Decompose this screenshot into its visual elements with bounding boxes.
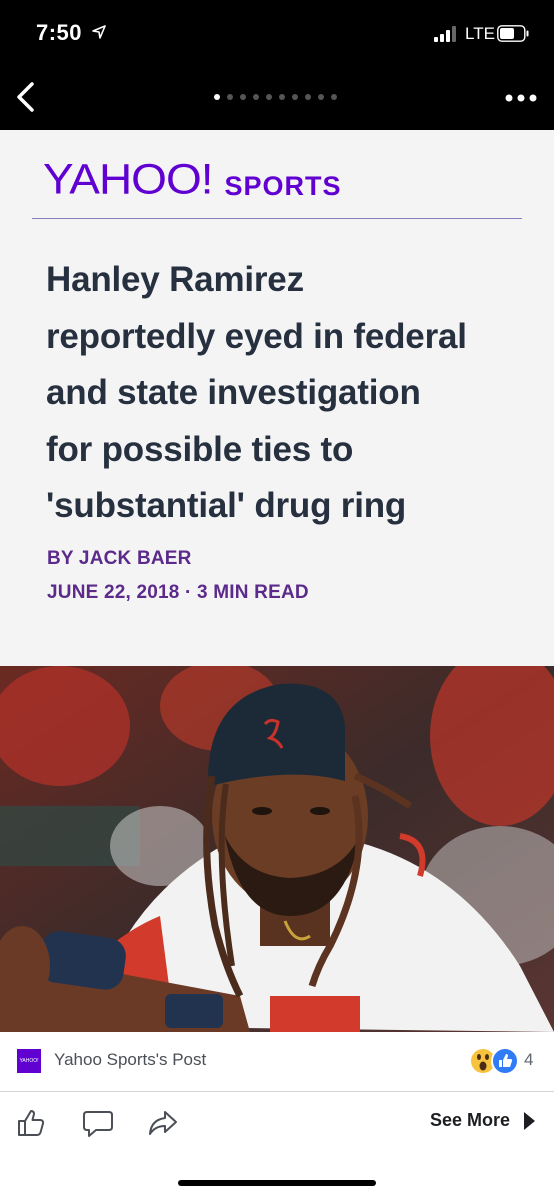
logo-main-text: YAHOO! xyxy=(43,155,214,203)
page-dot xyxy=(305,94,311,100)
page-dot xyxy=(266,94,272,100)
page-dot xyxy=(253,94,259,100)
article-headline: Hanley Ramirez reportedly eyed in federa… xyxy=(46,252,526,535)
article-byline: BY JACK BAER xyxy=(47,548,192,569)
location-arrow-icon xyxy=(92,25,106,39)
page-dot xyxy=(292,94,298,100)
play-arrow-icon xyxy=(524,1111,536,1130)
reactions-summary[interactable] xyxy=(468,1046,520,1076)
network-label: LTE xyxy=(465,24,495,43)
post-header[interactable]: YAHOO! SPORTS Yahoo Sports's Post 4 xyxy=(0,1032,554,1092)
battery-icon xyxy=(497,25,529,42)
headline-line: Hanley Ramirez xyxy=(46,260,304,299)
home-indicator[interactable] xyxy=(178,1180,376,1186)
page-dot xyxy=(214,94,220,100)
see-more-button[interactable]: See More xyxy=(430,1110,536,1131)
player-photo-image xyxy=(0,666,554,1032)
signal-icon xyxy=(434,26,456,42)
status-bar: 7:50 LTE xyxy=(0,0,554,66)
header-divider xyxy=(32,218,522,219)
thumbs-up-icon[interactable] xyxy=(16,1108,48,1138)
page-dot xyxy=(279,94,285,100)
reaction-count: 4 xyxy=(524,1050,534,1069)
like-reaction-icon xyxy=(491,1047,519,1075)
page-indicator xyxy=(214,94,340,100)
chevron-left-icon[interactable] xyxy=(12,80,38,114)
logo-sub-text: SPORTS xyxy=(224,171,342,201)
nav-bar xyxy=(0,66,554,130)
article-dateline: JUNE 22, 2018 · 3 MIN READ xyxy=(47,582,309,603)
headline-line: 'substantial' drug ring xyxy=(46,486,407,525)
headline-line: and state investigation xyxy=(46,373,421,412)
headline-line: reportedly eyed in federal xyxy=(46,316,467,356)
status-time: 7:50 xyxy=(36,20,83,45)
headline-line: for possible ties to xyxy=(46,429,354,469)
post-title[interactable]: Yahoo Sports's Post xyxy=(54,1050,206,1070)
see-more-label: See More xyxy=(430,1110,511,1130)
player-photo[interactable] xyxy=(0,666,554,1032)
yahoo-sports-logo: YAHOO! SPORTS xyxy=(43,152,342,203)
page-dot xyxy=(240,94,246,100)
comment-icon[interactable] xyxy=(82,1108,114,1138)
page-dot xyxy=(227,94,233,100)
action-bar: See More xyxy=(0,1092,554,1200)
share-icon[interactable] xyxy=(147,1108,179,1138)
avatar[interactable]: YAHOO! SPORTS xyxy=(17,1049,41,1073)
article-card[interactable]: YAHOO! SPORTS Hanley Ramirez reportedly … xyxy=(0,130,554,666)
page-dot xyxy=(331,94,337,100)
page-dot xyxy=(318,94,324,100)
ellipsis-icon[interactable] xyxy=(504,92,538,104)
